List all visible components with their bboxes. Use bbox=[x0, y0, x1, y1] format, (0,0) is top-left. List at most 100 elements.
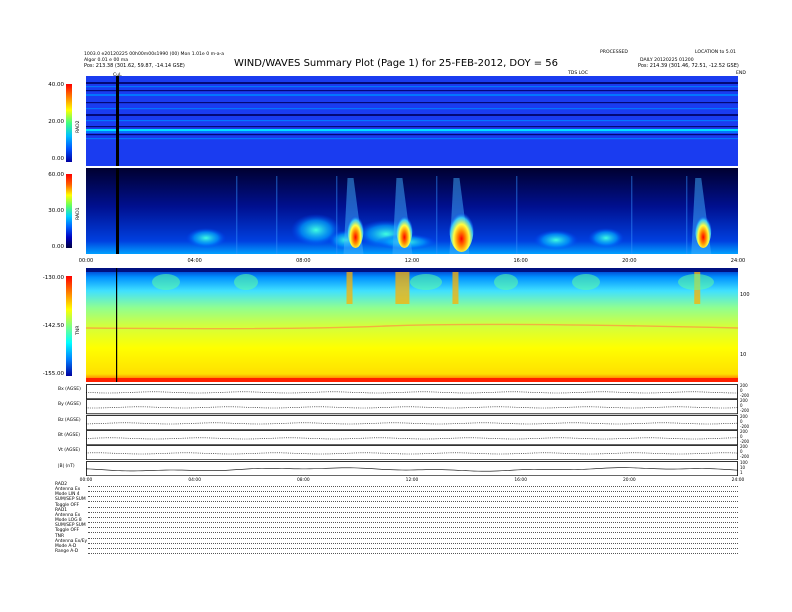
bfield-right-tick: -200 bbox=[740, 423, 750, 429]
bfield-row-label: Bt (AGSE) bbox=[58, 432, 80, 438]
bfield-row-plot bbox=[86, 399, 738, 415]
bfield-xtick-label: 04:00 bbox=[188, 477, 201, 483]
tnr-emission-patch bbox=[152, 274, 180, 290]
rad2-band bbox=[86, 94, 738, 96]
rad1-faint-streak bbox=[631, 176, 633, 254]
rad1-burst-core bbox=[396, 212, 413, 248]
bfield-trace bbox=[86, 452, 738, 455]
legend-dotted-row bbox=[88, 511, 738, 513]
rad2-colorbar bbox=[66, 84, 72, 162]
rad1-panel-label: RAD1 bbox=[76, 207, 81, 220]
legend-dotted-row bbox=[88, 501, 738, 503]
tnr-burst-feature bbox=[452, 272, 459, 304]
rad1-faint-streak bbox=[236, 176, 238, 254]
rad1-faint-streak bbox=[336, 176, 338, 254]
bfield-right-tick: -200 bbox=[740, 438, 750, 444]
legend-dotted-row bbox=[88, 506, 738, 508]
rad1-xtick-label: 04:00 bbox=[187, 258, 202, 264]
rad2-panel-label: RAD2 bbox=[76, 120, 81, 133]
rad1-emission-blob bbox=[534, 230, 578, 250]
rad2-ytick-mid: 20.00 bbox=[48, 119, 64, 125]
tnr-panel-label: TNR bbox=[76, 325, 81, 335]
tnr-ytick-top: -130.00 bbox=[42, 275, 64, 281]
legend-line: SUM/SEP SUM bbox=[55, 497, 86, 503]
tnr-ytick-bottom: -155.00 bbox=[42, 371, 64, 377]
bfield-row-plot bbox=[86, 414, 738, 430]
legend-dotted-row bbox=[88, 491, 738, 493]
rad1-xtick-label: 12:00 bbox=[404, 258, 420, 264]
header-processed: PROCESSED bbox=[600, 50, 628, 55]
tnr-heatmap bbox=[86, 268, 738, 382]
tnr-burst-feature bbox=[346, 272, 353, 304]
rad1-xtick-label: 08:00 bbox=[296, 258, 311, 264]
rad1-faint-streak bbox=[516, 176, 518, 254]
rad2-band bbox=[86, 120, 738, 122]
legend-dotted-row bbox=[88, 486, 738, 487]
tnr-burst-feature bbox=[395, 272, 410, 304]
bfield-row-plot bbox=[86, 445, 738, 461]
rad2-band bbox=[86, 134, 738, 136]
bfield-row-label: Bx (AGSE) bbox=[58, 387, 81, 392]
legend-dotted-row bbox=[88, 537, 738, 539]
bfield-xtick-label: 12:00 bbox=[405, 477, 419, 483]
header-location: LOCATION to 5.01 bbox=[695, 50, 736, 55]
bfield-trace bbox=[86, 391, 738, 394]
rad2-band bbox=[86, 114, 738, 116]
bfield-right-tick: -200 bbox=[740, 408, 750, 414]
rad1-xtick-label: 24:00 bbox=[730, 258, 746, 264]
tnr-emission-patch bbox=[678, 274, 714, 290]
bfield-trace bbox=[86, 437, 738, 440]
header-position-right: Pos: 214.39 (301.46, 72.51, -12.52 GSE) bbox=[638, 63, 739, 69]
rad2-band bbox=[86, 108, 738, 110]
rad2-band bbox=[86, 126, 738, 128]
rad1-colorbar bbox=[66, 174, 72, 248]
legend-dotted-row bbox=[88, 496, 738, 498]
bfield-trace bbox=[86, 466, 738, 472]
bfield-trace bbox=[86, 406, 738, 409]
bfield-row-plot bbox=[86, 429, 738, 446]
legend-dotted-row bbox=[88, 547, 738, 549]
legend-dotted-row bbox=[88, 532, 738, 534]
instrument-parameter-legend: RAD2 Antenna Ex Mode LIN 4 SUM/SEP SUM Toggl… bbox=[55, 482, 87, 554]
bfield-xtick-label: 16:00 bbox=[514, 477, 527, 483]
bfield-row-plot bbox=[86, 384, 738, 400]
tnr-emission-patch bbox=[234, 274, 258, 290]
rad2-band bbox=[86, 131, 738, 133]
rad1-heatmap bbox=[86, 168, 738, 254]
tnr-right-tick-100: 100 bbox=[740, 292, 750, 298]
bfield-xtick-label: 08:00 bbox=[297, 477, 310, 483]
rad1-burst-core bbox=[347, 212, 364, 248]
bfield-right-tick: -200 bbox=[740, 393, 750, 398]
tnr-ytick-mid: -142.50 bbox=[42, 323, 64, 329]
rad1-burst-core bbox=[449, 208, 474, 252]
bfield-row-plot bbox=[86, 460, 738, 476]
rad2-band bbox=[86, 90, 738, 92]
legend-dotted-row bbox=[88, 542, 738, 544]
legend-line: Range A-D bbox=[55, 549, 79, 555]
rad2-band bbox=[86, 82, 738, 84]
bfield-row-label: |B| (nT) bbox=[58, 463, 75, 469]
tnr-emission-patch bbox=[410, 274, 442, 290]
bfield-xtick-label: 24:00 bbox=[731, 477, 745, 483]
rad1-faint-streak bbox=[686, 176, 688, 254]
rad2-ytick-bottom: 0.00 bbox=[51, 156, 64, 162]
rad2-band bbox=[86, 138, 738, 140]
tnr-colorbar bbox=[66, 276, 72, 376]
bfield-row-label: Bz (AGSE) bbox=[58, 417, 81, 423]
rad1-emission-blob bbox=[186, 228, 226, 248]
bfield-row-label: Vt (AGSE) bbox=[58, 448, 80, 454]
rad1-ytick-bottom: 0.00 bbox=[51, 244, 64, 250]
rad2-band bbox=[86, 102, 738, 104]
rad1-faint-streak bbox=[276, 176, 278, 254]
rad1-xtick-label: 16:00 bbox=[513, 258, 528, 264]
legend-dotted-row bbox=[88, 516, 738, 518]
rad2-band bbox=[86, 86, 738, 88]
rad1-ytick-top: 60.00 bbox=[48, 172, 64, 178]
legend-dotted-row bbox=[88, 552, 738, 554]
bfield-xtick-label: 20:00 bbox=[623, 477, 636, 483]
rad2-heatmap bbox=[86, 76, 738, 166]
rad1-faint-streak bbox=[436, 176, 438, 254]
legend-dotted-row bbox=[88, 527, 738, 529]
rad1-xtick-label: 20:00 bbox=[622, 258, 637, 264]
rad2-ytick-top: 40.00 bbox=[48, 82, 64, 88]
